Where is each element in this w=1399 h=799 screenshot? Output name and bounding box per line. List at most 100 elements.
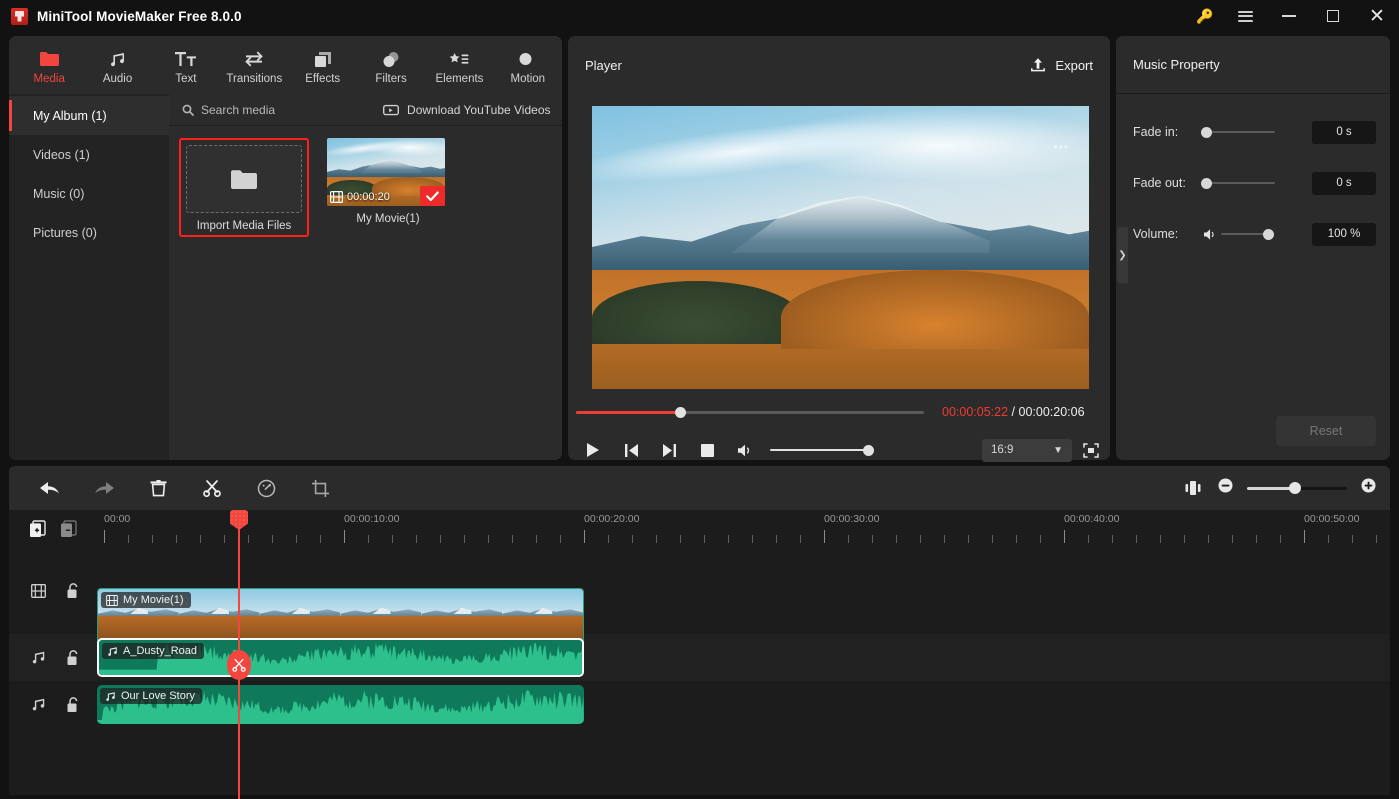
ruler-tick	[176, 535, 177, 543]
timeline-playhead[interactable]	[227, 510, 251, 799]
add-track-icon[interactable]	[29, 520, 46, 538]
album-item-my-album[interactable]: My Album (1)	[9, 96, 169, 135]
aspect-ratio-select[interactable]: 16:9 ▼	[982, 438, 1072, 462]
duration-badge: 00:00:20	[330, 191, 390, 203]
tab-effects[interactable]: Effects	[289, 36, 357, 94]
timeline-track-actions	[9, 510, 97, 548]
ruler-tick	[824, 530, 825, 543]
close-button[interactable]: ✕	[1355, 0, 1399, 32]
volume-slider[interactable]	[1221, 228, 1274, 240]
video-preview[interactable]: •••	[592, 106, 1089, 389]
fit-to-timeline-icon	[1185, 481, 1201, 495]
volume-handle[interactable]	[1263, 228, 1274, 240]
unlock-icon[interactable]	[66, 649, 79, 666]
maximize-button[interactable]	[1311, 0, 1355, 32]
seek-bar[interactable]	[576, 406, 924, 418]
media-item-my-movie[interactable]: 00:00:20 My Movie(1)	[327, 138, 449, 237]
preview-frame-image	[592, 106, 1089, 389]
seek-row: 00:00:05:22 / 00:00:20:06	[568, 401, 1110, 423]
timeline[interactable]: 00:00 00:00:10:00 00:00:20:00 00:00:30:00 00…	[9, 510, 1390, 795]
delete-button[interactable]	[131, 466, 185, 510]
fit-to-timeline-button[interactable]	[1174, 466, 1212, 510]
media-thumbnail[interactable]: 00:00:20	[327, 138, 445, 206]
license-key-button[interactable]: 🔑	[1187, 0, 1223, 32]
next-frame-button[interactable]	[650, 435, 688, 465]
unlock-icon[interactable]	[66, 583, 79, 599]
tab-elements[interactable]: Elements	[425, 36, 493, 94]
clip-thumbnail-frame	[502, 589, 583, 639]
fade-out-slider[interactable]	[1201, 177, 1275, 189]
filters-circles-icon	[382, 50, 401, 69]
download-youtube-button[interactable]: Download YouTube Videos	[383, 102, 551, 117]
import-dropzone[interactable]	[186, 145, 302, 213]
player-volume-handle[interactable]	[863, 444, 874, 456]
selected-check-badge[interactable]	[420, 186, 445, 206]
tab-audio[interactable]: Audio	[83, 36, 151, 94]
fade-out-handle[interactable]	[1201, 177, 1212, 189]
ruler-tick	[1208, 535, 1209, 543]
zoom-handle[interactable]	[1289, 482, 1301, 494]
volume-icon[interactable]	[1203, 228, 1218, 241]
album-item-videos[interactable]: Videos (1)	[9, 135, 169, 174]
stop-button[interactable]	[688, 435, 726, 465]
crop-button[interactable]	[293, 466, 347, 510]
ruler-tick	[1088, 535, 1089, 543]
tab-transitions[interactable]: Transitions	[220, 36, 288, 94]
tab-text[interactable]: Text	[152, 36, 220, 94]
fade-in-label: Fade in:	[1133, 125, 1179, 139]
play-button[interactable]	[574, 435, 612, 465]
split-button[interactable]	[185, 466, 239, 510]
minimize-button[interactable]	[1267, 0, 1311, 32]
fade-in-value[interactable]: 0 s	[1312, 120, 1376, 144]
zoom-out-icon	[1218, 478, 1233, 493]
film-strip-icon	[31, 584, 46, 598]
collapse-right-panel-button[interactable]: ❯	[1117, 227, 1128, 283]
player-volume-button[interactable]	[726, 435, 764, 465]
import-media-files-button[interactable]: Import Media Files	[179, 138, 309, 237]
scissors-icon	[203, 480, 221, 497]
download-youtube-label: Download YouTube Videos	[407, 102, 551, 117]
album-item-pictures[interactable]: Pictures (0)	[9, 213, 169, 252]
fade-in-handle[interactable]	[1201, 126, 1212, 138]
tab-label: Audio	[102, 72, 133, 85]
seek-progress	[576, 410, 681, 414]
album-item-music[interactable]: Music (0)	[9, 174, 169, 213]
split-marker-button[interactable]	[227, 650, 251, 680]
export-button[interactable]: Export	[1030, 57, 1093, 73]
music-property-panel: Music Property Fade in: 0 s Fade out: 0 …	[1116, 36, 1390, 460]
timeline-clip-audio-1[interactable]: A_Dusty_Road	[97, 638, 584, 677]
seek-handle[interactable]	[675, 406, 686, 418]
fade-in-slider[interactable]	[1201, 126, 1275, 138]
tab-motion[interactable]: Motion	[494, 36, 562, 94]
ruler-scale[interactable]: 00:00 00:00:10:00 00:00:20:00 00:00:30:00 00…	[97, 510, 1390, 548]
zoom-out-button[interactable]	[1218, 478, 1233, 498]
reset-button[interactable]: Reset	[1276, 416, 1376, 446]
timeline-ruler[interactable]: 00:00 00:00:10:00 00:00:20:00 00:00:30:00 00…	[9, 510, 1390, 548]
redo-button[interactable]	[77, 466, 131, 510]
music-note-icon	[32, 651, 45, 664]
speed-button[interactable]	[239, 466, 293, 510]
clip-thumbnail-frame	[259, 589, 341, 639]
remove-track-icon[interactable]	[60, 520, 77, 538]
search-placeholder: Search media	[201, 102, 276, 117]
search-input[interactable]: Search media	[182, 103, 275, 117]
tab-media[interactable]: Media	[15, 36, 83, 94]
unlock-icon[interactable]	[66, 696, 79, 713]
menu-button[interactable]	[1223, 0, 1267, 32]
fullscreen-button[interactable]	[1072, 435, 1110, 465]
ruler-tick	[296, 535, 297, 543]
volume-value[interactable]: 100 %	[1312, 222, 1376, 246]
timeline-empty-area[interactable]	[9, 728, 1390, 795]
fade-out-value[interactable]: 0 s	[1312, 171, 1376, 195]
undo-button[interactable]	[23, 466, 77, 510]
music-note-icon	[106, 691, 115, 701]
timeline-zoom-slider[interactable]	[1247, 482, 1347, 494]
undo-arrow-icon	[40, 482, 59, 494]
zoom-in-button[interactable]	[1361, 478, 1376, 498]
tab-filters[interactable]: Filters	[357, 36, 425, 94]
previous-frame-button[interactable]	[612, 435, 650, 465]
track-header-video	[9, 548, 97, 634]
trash-icon	[150, 480, 166, 497]
timeline-clip-audio-2[interactable]: Our Love Story	[97, 685, 584, 724]
player-volume-slider[interactable]	[770, 444, 874, 456]
